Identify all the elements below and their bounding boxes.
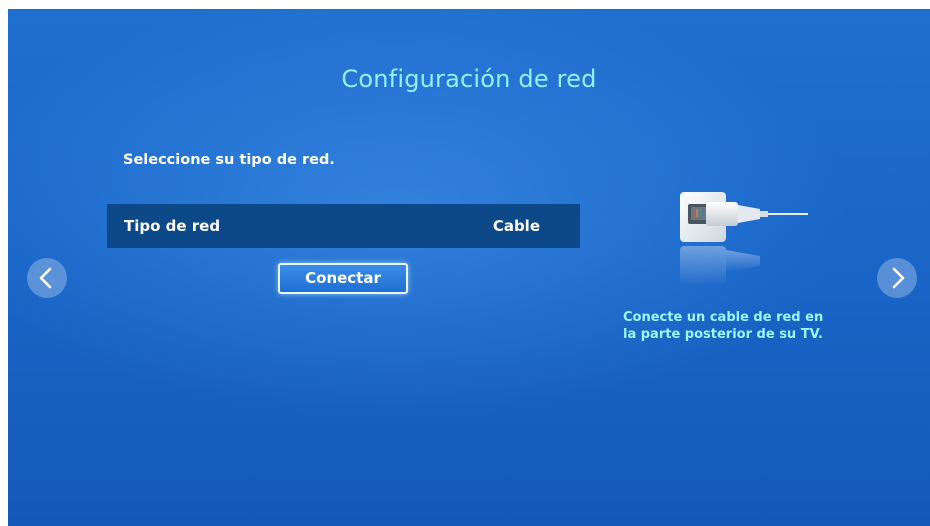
network-type-label: Tipo de red (124, 217, 221, 235)
cable-hint-line-2: la parte posterior de su TV. (623, 327, 823, 342)
network-type-value: Cable (492, 217, 540, 235)
network-type-selector[interactable]: Tipo de red Cable (107, 204, 580, 248)
network-cable-icon (680, 192, 808, 286)
chevron-left-icon (39, 267, 52, 289)
cable-hint-line-1: Conecte un cable de red en (623, 310, 824, 325)
next-button[interactable] (877, 258, 917, 298)
network-cable-illustration (670, 184, 810, 294)
page-title: Configuración de red (341, 65, 597, 93)
connect-button[interactable]: Conectar (278, 263, 408, 294)
instruction-text: Seleccione su tipo de red. (123, 152, 335, 168)
cable-hint: Conecte un cable de red en la parte post… (623, 309, 853, 343)
network-setup-screen: Configuración de red Seleccione su tipo … (8, 9, 930, 526)
previous-button[interactable] (27, 258, 67, 298)
chevron-right-icon (892, 267, 905, 289)
